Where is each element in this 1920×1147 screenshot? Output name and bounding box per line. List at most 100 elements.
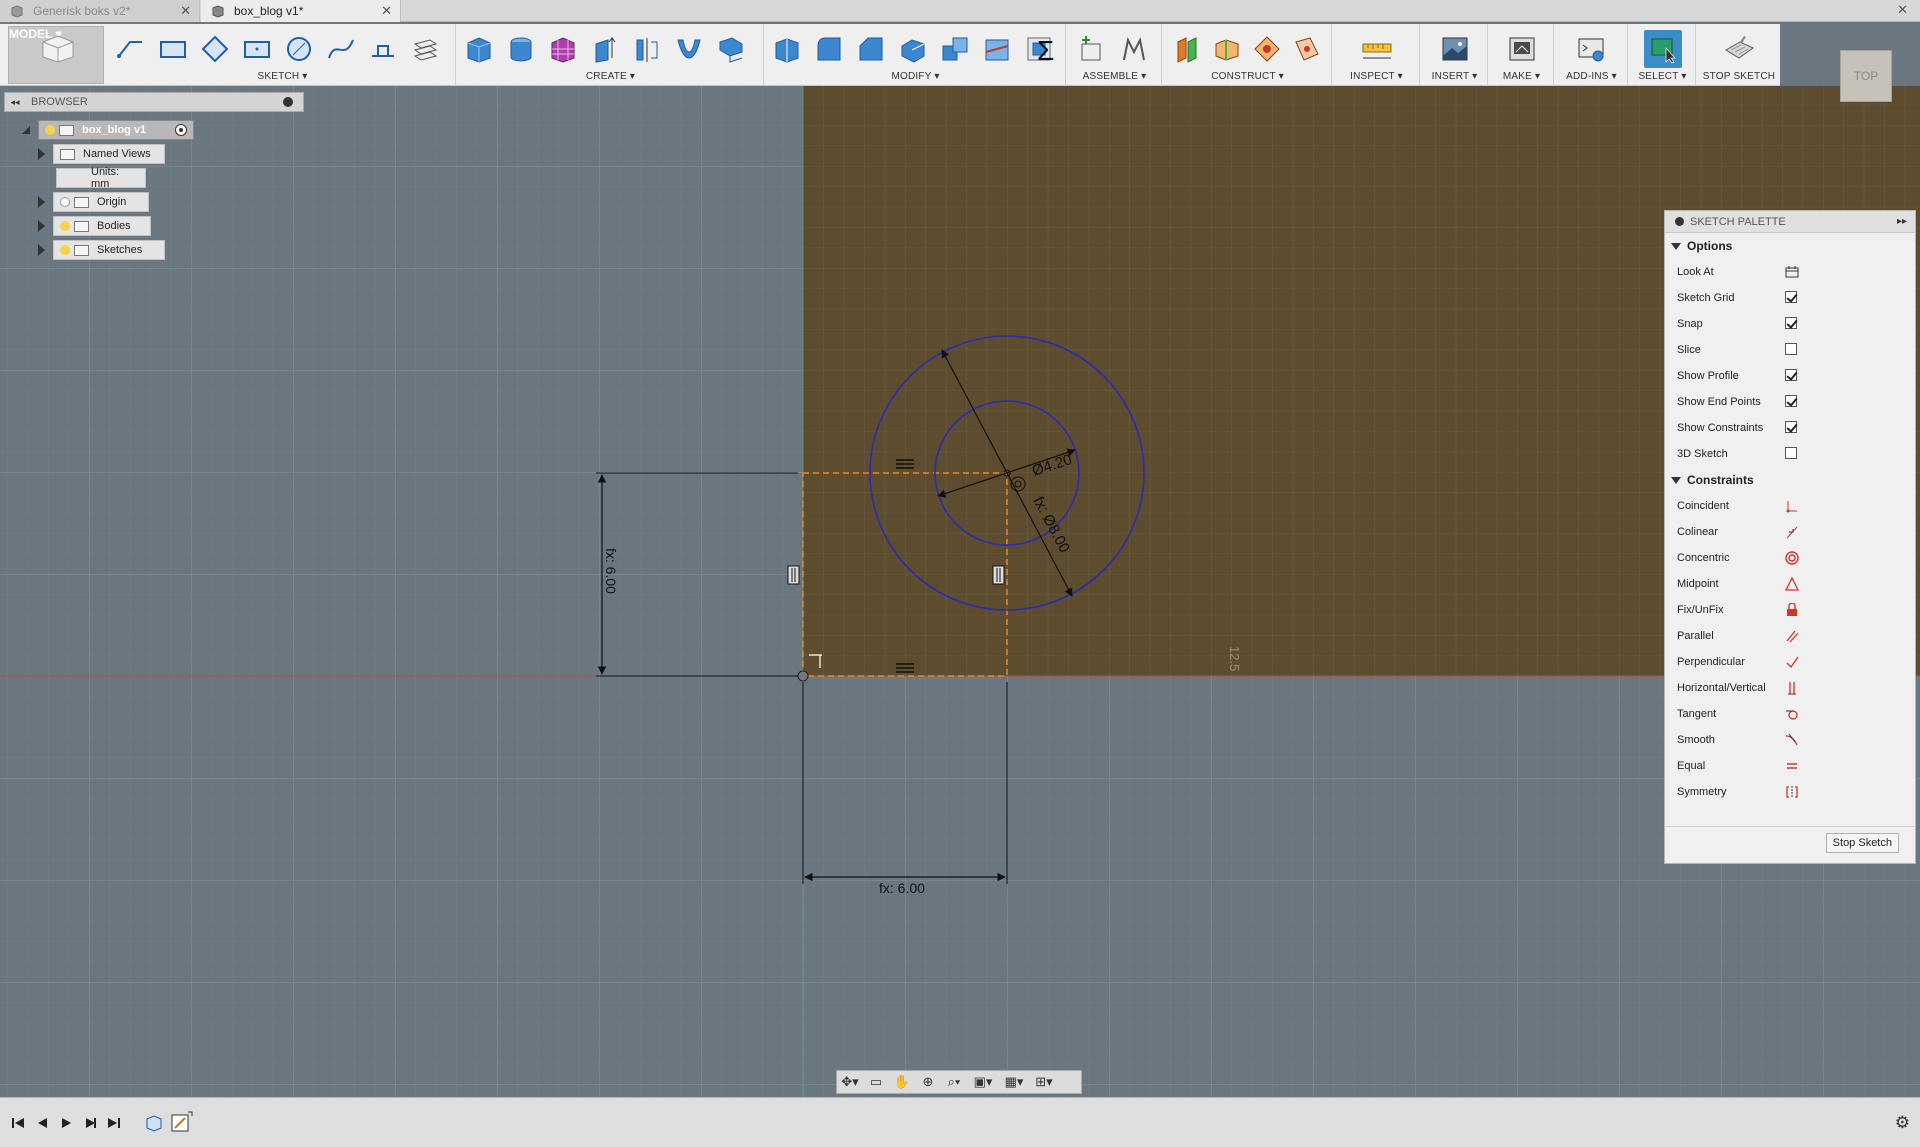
palette-option-row[interactable]: Show Profile bbox=[1665, 363, 1915, 389]
close-icon[interactable]: ✕ bbox=[381, 3, 392, 19]
origin-point[interactable] bbox=[797, 670, 809, 682]
combine-tool[interactable] bbox=[938, 32, 972, 66]
look-at-icon[interactable] bbox=[1785, 265, 1799, 279]
tree-item-sketches[interactable]: Sketches bbox=[38, 240, 165, 260]
constraint-row[interactable]: Tangent bbox=[1665, 701, 1915, 727]
palette-option-checkbox[interactable] bbox=[1785, 343, 1797, 355]
extrude-tool[interactable] bbox=[588, 32, 622, 66]
tab-generisk-boks[interactable]: Generisk boks v2* ✕ bbox=[0, 0, 200, 22]
form-tool[interactable] bbox=[546, 32, 580, 66]
palette-option-checkbox[interactable] bbox=[1785, 395, 1797, 407]
polygon-tool[interactable] bbox=[198, 32, 232, 66]
spline-tool[interactable] bbox=[324, 32, 358, 66]
center-rectangle-tool[interactable] bbox=[240, 32, 274, 66]
parameters-tool[interactable]: Σ bbox=[1030, 32, 1064, 66]
tree-item-named-views[interactable]: Named Views bbox=[38, 144, 165, 164]
expand-right-icon[interactable]: ▸▸ bbox=[1897, 216, 1907, 227]
timeline-sketch-feature-icon[interactable] bbox=[170, 1111, 194, 1135]
smooth-icon[interactable] bbox=[1785, 733, 1799, 747]
orbit-icon[interactable]: ✥▾ bbox=[837, 1072, 863, 1092]
workspace-switcher-button[interactable]: MODEL ▾ bbox=[8, 26, 104, 84]
rectangle-tool[interactable] bbox=[156, 32, 190, 66]
palette-option-row[interactable]: Show End Points bbox=[1665, 389, 1915, 415]
constraint-row[interactable]: Midpoint bbox=[1665, 571, 1915, 597]
circle-tool[interactable] bbox=[282, 32, 316, 66]
offset-plane-tool[interactable] bbox=[1170, 32, 1204, 66]
lock-icon[interactable] bbox=[1785, 602, 1799, 617]
step-back-icon[interactable] bbox=[34, 1115, 50, 1131]
step-forward-icon[interactable] bbox=[82, 1115, 98, 1131]
colinear-icon[interactable] bbox=[1785, 525, 1799, 539]
activate-radio-icon[interactable] bbox=[175, 124, 187, 136]
constraint-row[interactable]: Smooth bbox=[1665, 727, 1915, 753]
chamfer-tool[interactable] bbox=[854, 32, 888, 66]
vertical-dimension[interactable]: fx: 6.00 bbox=[603, 548, 619, 594]
loft-tool[interactable] bbox=[714, 32, 748, 66]
play-icon[interactable] bbox=[58, 1115, 74, 1131]
palette-option-row[interactable]: Slice bbox=[1665, 337, 1915, 363]
tab-box-blog[interactable]: box_blog v1* ✕ bbox=[201, 0, 401, 22]
lightbulb-icon[interactable] bbox=[60, 221, 70, 231]
tree-item-bodies[interactable]: Bodies bbox=[38, 216, 151, 236]
horizontal-dimension[interactable]: fx: 6.00 bbox=[879, 880, 925, 896]
fillet-tool[interactable] bbox=[812, 32, 846, 66]
concentric-icon[interactable] bbox=[1785, 551, 1799, 565]
constraint-row[interactable]: Concentric bbox=[1665, 545, 1915, 571]
sketch-canvas[interactable]: Ø4.20 fx: Ø8.00 fx: 6.00 fx: 6.00 12.5 bbox=[0, 86, 1920, 1097]
lightbulb-icon[interactable] bbox=[60, 245, 70, 255]
sweep-tool[interactable] bbox=[672, 32, 706, 66]
parallel-icon[interactable] bbox=[1785, 629, 1799, 643]
stop-sketch-tool[interactable] bbox=[1722, 32, 1756, 66]
expand-triangle-icon[interactable] bbox=[38, 220, 45, 232]
timeline-body-feature-icon[interactable] bbox=[144, 1113, 164, 1133]
constraint-row[interactable]: Symmetry bbox=[1665, 779, 1915, 805]
box-tool[interactable] bbox=[462, 32, 496, 66]
window-close-icon[interactable]: ✕ bbox=[1897, 2, 1908, 18]
collapse-triangle-icon[interactable] bbox=[1671, 242, 1681, 250]
palette-option-row[interactable]: Snap bbox=[1665, 311, 1915, 337]
constraint-row[interactable]: Fix/UnFix bbox=[1665, 597, 1915, 623]
shell-tool[interactable] bbox=[896, 32, 930, 66]
line-tool[interactable] bbox=[114, 32, 148, 66]
palette-option-checkbox[interactable] bbox=[1785, 369, 1797, 381]
revolve-tool[interactable] bbox=[630, 32, 664, 66]
constraints-section-header[interactable]: Constraints bbox=[1665, 467, 1915, 493]
scripts-addins-tool[interactable] bbox=[1574, 32, 1608, 66]
joint-tool[interactable] bbox=[1116, 32, 1150, 66]
split-face-tool[interactable] bbox=[980, 32, 1014, 66]
constraint-row[interactable]: Equal bbox=[1665, 753, 1915, 779]
new-component-tool[interactable] bbox=[1074, 32, 1108, 66]
constraint-row[interactable]: Parallel bbox=[1665, 623, 1915, 649]
look-at-icon[interactable]: ▭ bbox=[863, 1072, 889, 1092]
viewports-icon[interactable]: ⊞▾ bbox=[1029, 1072, 1059, 1092]
palette-header[interactable]: SKETCH PALETTE ▸▸ bbox=[1665, 211, 1915, 233]
palette-option-checkbox[interactable] bbox=[1785, 317, 1797, 329]
palette-option-checkbox[interactable] bbox=[1785, 421, 1797, 433]
tree-root[interactable]: box_blog v1 bbox=[20, 120, 194, 140]
gear-icon[interactable]: ⚙ bbox=[1895, 1113, 1910, 1133]
browser-pin-icon[interactable] bbox=[283, 97, 293, 107]
perpendicular-icon[interactable] bbox=[1785, 655, 1799, 669]
cylinder-tool[interactable] bbox=[504, 32, 538, 66]
lightbulb-icon[interactable] bbox=[60, 197, 70, 207]
tree-item-origin[interactable]: Origin bbox=[38, 192, 149, 212]
go-to-end-icon[interactable] bbox=[106, 1115, 122, 1131]
collapse-triangle-icon[interactable] bbox=[1671, 476, 1681, 484]
tangent-plane-tool[interactable] bbox=[1250, 32, 1284, 66]
constraint-row[interactable]: Perpendicular bbox=[1665, 649, 1915, 675]
viewcube[interactable]: TOP bbox=[1840, 50, 1892, 102]
palette-option-row[interactable]: Look At bbox=[1665, 259, 1915, 285]
midpoint-icon[interactable] bbox=[1784, 576, 1800, 591]
fit-icon[interactable]: ⌕▾ bbox=[941, 1072, 967, 1092]
palette-pin-icon[interactable] bbox=[1675, 217, 1684, 226]
midplane-tool[interactable] bbox=[1290, 32, 1324, 66]
lightbulb-icon[interactable] bbox=[45, 125, 55, 135]
expand-triangle-icon[interactable] bbox=[38, 244, 45, 256]
press-pull-tool[interactable] bbox=[770, 32, 804, 66]
plane-at-angle-tool[interactable] bbox=[1210, 32, 1244, 66]
palette-option-checkbox[interactable] bbox=[1785, 447, 1797, 459]
palette-option-row[interactable]: 3D Sketch bbox=[1665, 441, 1915, 467]
options-section-header[interactable]: Options bbox=[1665, 233, 1915, 259]
3d-print-tool[interactable] bbox=[1505, 32, 1539, 66]
tangent-icon[interactable] bbox=[1785, 707, 1799, 721]
